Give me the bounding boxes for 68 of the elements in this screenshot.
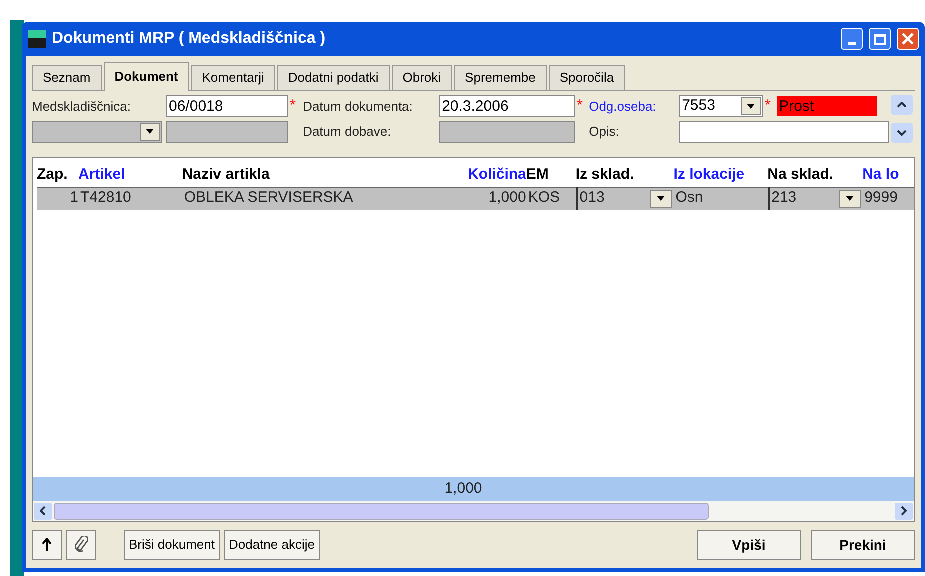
dropdown-button[interactable] bbox=[650, 190, 672, 208]
caret-icon bbox=[656, 196, 665, 201]
dropdown-cell[interactable]: 013 bbox=[576, 187, 674, 210]
total-value: 1,000 bbox=[444, 478, 482, 499]
scroll-up-button[interactable] bbox=[891, 95, 914, 115]
input-field[interactable]: 06/0018 bbox=[166, 95, 288, 118]
tab[interactable]: Sporočila bbox=[548, 65, 626, 90]
tab[interactable]: Dodatni podatki bbox=[277, 65, 390, 90]
minimize-icon bbox=[848, 42, 856, 45]
action-button[interactable]: Dodatne akcije bbox=[224, 530, 320, 560]
chevron-right-icon bbox=[901, 506, 907, 516]
paperclip-icon bbox=[74, 536, 88, 554]
field-label: Odg.oseba: bbox=[589, 98, 658, 116]
required-mark: * bbox=[576, 96, 584, 116]
arrow-up-icon bbox=[42, 538, 52, 552]
table-cell-text: 1 bbox=[69, 188, 79, 208]
dropdown-field[interactable] bbox=[32, 120, 162, 142]
tab[interactable]: Komentarji bbox=[191, 65, 276, 90]
window-title: Dokumenti MRP ( Medskladiščnica ) bbox=[52, 29, 327, 49]
field-value: 7553 bbox=[682, 96, 716, 116]
app-icon bbox=[28, 30, 46, 48]
maximize-icon bbox=[874, 34, 886, 44]
chevron-left-icon bbox=[40, 506, 46, 516]
action-button[interactable]: Prekini bbox=[811, 530, 915, 560]
close-icon bbox=[902, 33, 914, 45]
input-field[interactable] bbox=[679, 120, 890, 142]
status-field: Prost bbox=[777, 96, 878, 116]
tab[interactable]: Obroki bbox=[392, 65, 452, 90]
attach-button[interactable] bbox=[66, 530, 96, 560]
table-cell-text: 1,000 bbox=[488, 188, 526, 208]
table-cell-text: OBLEKA SERVISERSKA bbox=[183, 188, 354, 208]
caret-icon bbox=[846, 196, 854, 201]
action-button[interactable]: Vpiši bbox=[697, 530, 801, 560]
up-button[interactable] bbox=[32, 530, 62, 560]
minimize-button[interactable] bbox=[841, 28, 863, 50]
scroll-right-button[interactable] bbox=[895, 502, 913, 520]
required-mark: * bbox=[289, 96, 297, 116]
maximize-button[interactable] bbox=[869, 28, 891, 50]
field-label: Medskladiščnica: bbox=[32, 98, 132, 116]
field-label: Opis: bbox=[589, 122, 620, 141]
tab[interactable]: Dokument bbox=[104, 62, 190, 91]
field-label: Datum dobave: bbox=[303, 122, 392, 141]
tab[interactable]: Spremembe bbox=[454, 65, 547, 90]
tab[interactable]: Seznam bbox=[32, 65, 102, 90]
input-field[interactable]: 20.3.2006 bbox=[439, 95, 576, 118]
table-cell-text: 9999 bbox=[864, 188, 899, 208]
caret-icon bbox=[146, 129, 154, 134]
field-label: Datum dokumenta: bbox=[303, 98, 414, 116]
table-cell-text: T42810 bbox=[80, 188, 132, 208]
dropdown-button[interactable] bbox=[140, 122, 160, 140]
table-cell-text: KOS bbox=[527, 188, 562, 208]
cell-value: 213 bbox=[772, 188, 797, 208]
horizontal-scrollbar[interactable] bbox=[33, 501, 914, 521]
cell-value: 013 bbox=[580, 188, 605, 208]
caret-icon bbox=[747, 104, 756, 109]
scroll-left-button[interactable] bbox=[34, 502, 52, 520]
dropdown-cell[interactable]: 213 bbox=[768, 187, 863, 210]
chevron-down-icon bbox=[897, 130, 908, 136]
scroll-down-button[interactable] bbox=[891, 123, 914, 143]
table-cell-text: Osn bbox=[674, 188, 704, 208]
action-button[interactable]: Briši dokument bbox=[124, 530, 220, 560]
dropdown-button[interactable] bbox=[741, 97, 762, 116]
chevron-up-icon bbox=[897, 102, 908, 108]
dropdown-field[interactable]: 7553 bbox=[679, 95, 764, 118]
scrollbar-thumb[interactable] bbox=[54, 502, 709, 520]
required-mark: * bbox=[764, 96, 772, 116]
close-button[interactable] bbox=[897, 28, 919, 50]
dropdown-button[interactable] bbox=[838, 190, 861, 208]
